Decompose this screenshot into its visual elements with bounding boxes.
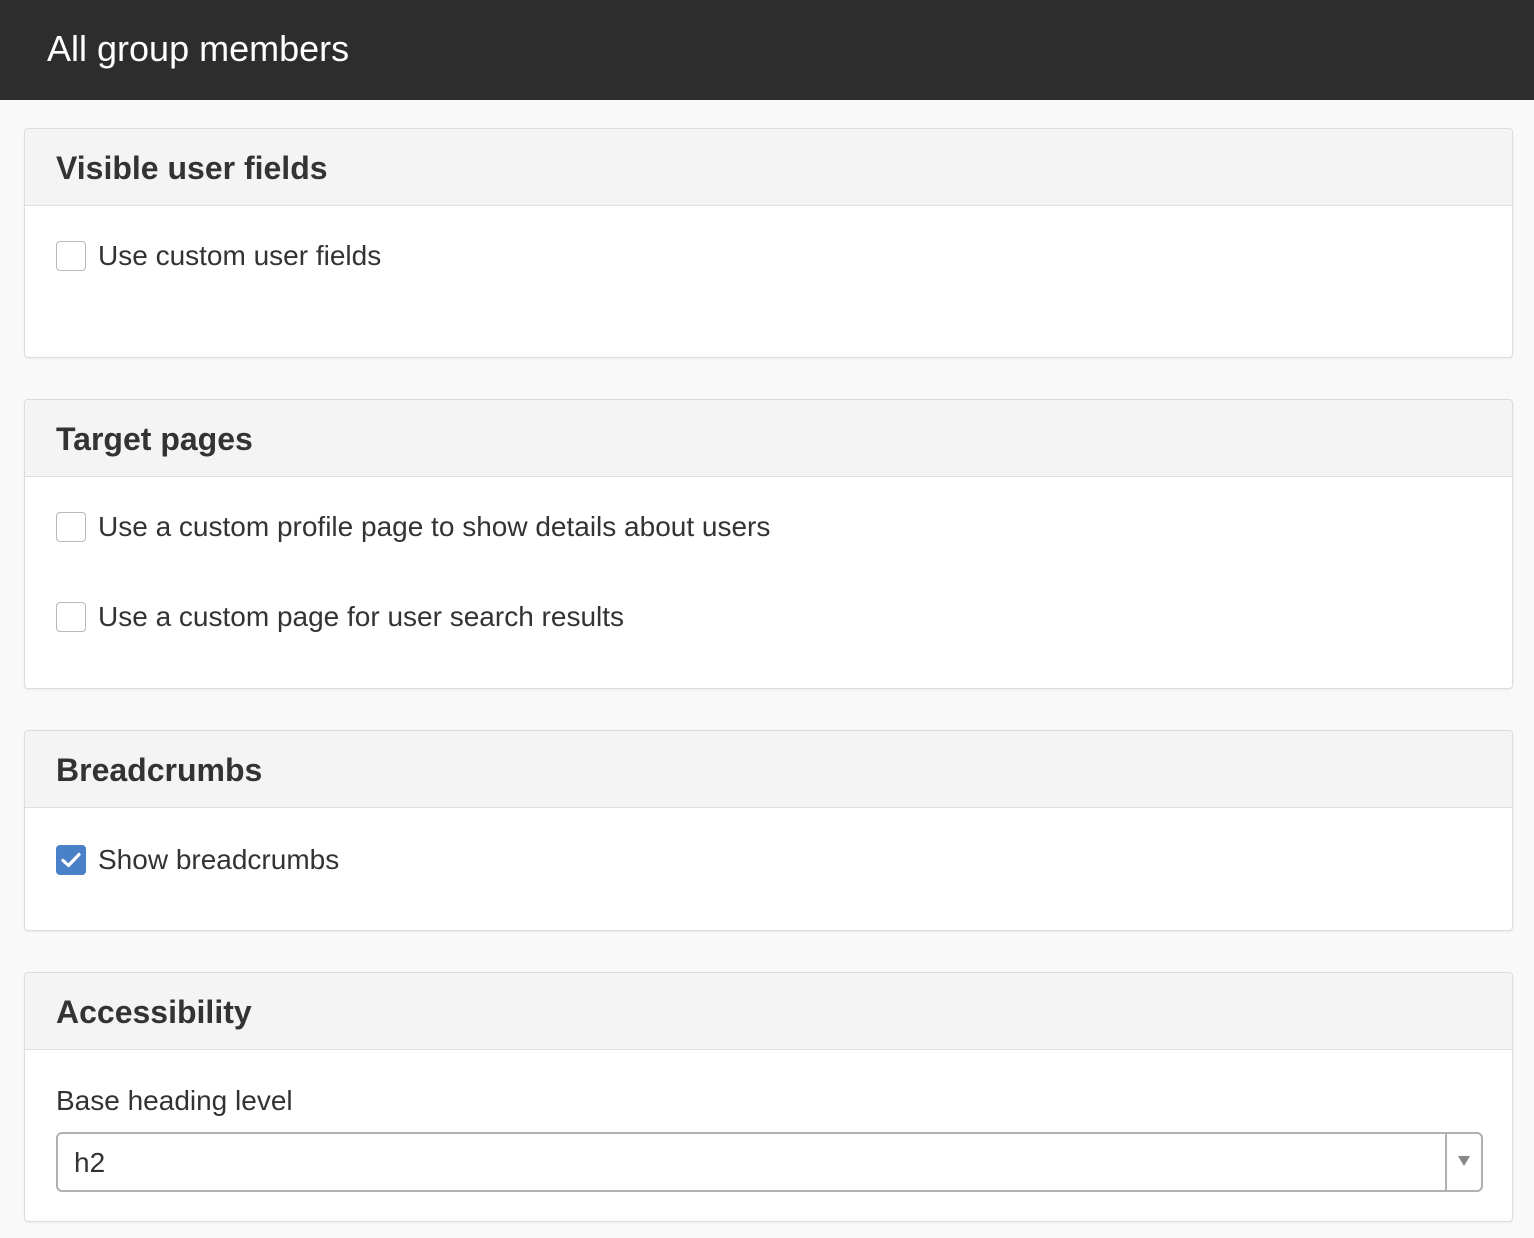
base-heading-level-select[interactable]: h2 (56, 1132, 1483, 1192)
custom-search-results-page-checkbox[interactable] (56, 602, 86, 632)
panel-header: Breadcrumbs (25, 731, 1512, 808)
show-breadcrumbs-checkbox[interactable] (56, 845, 86, 875)
chevron-down-icon[interactable] (1458, 1156, 1470, 1166)
panel-title: Accessibility (56, 994, 252, 1030)
custom-user-fields-checkbox[interactable] (56, 241, 86, 271)
selected-value: h2 (74, 1147, 106, 1178)
custom-search-results-page-option[interactable]: Use a custom page for user search result… (56, 601, 624, 633)
checkbox-label: Show breadcrumbs (98, 844, 340, 875)
accessibility-panel: Accessibility Base heading level h2 (24, 972, 1513, 1222)
checkmark-icon (61, 852, 81, 868)
custom-profile-page-option[interactable]: Use a custom profile page to show detail… (56, 511, 770, 543)
panel-header: Visible user fields (25, 129, 1512, 206)
show-breadcrumbs-option[interactable]: Show breadcrumbs (56, 844, 339, 876)
page-title: All group members (47, 28, 350, 69)
checkbox-label: Use a custom profile page to show detail… (98, 511, 771, 542)
top-bar: All group members (0, 0, 1534, 100)
custom-user-fields-option[interactable]: Use custom user fields (56, 240, 381, 272)
panel-title: Visible user fields (56, 150, 328, 186)
base-heading-level-label: Base heading level (56, 1085, 293, 1116)
panel-title: Target pages (56, 421, 253, 457)
checkbox-label: Use a custom page for user search result… (98, 601, 625, 632)
checkbox-label: Use custom user fields (98, 240, 382, 271)
visible-user-fields-panel: Visible user fields Use custom user fiel… (24, 128, 1513, 358)
breadcrumbs-panel: Breadcrumbs Show breadcrumbs (24, 730, 1513, 931)
target-pages-panel: Target pages Use a custom profile page t… (24, 399, 1513, 689)
panel-header: Target pages (25, 400, 1512, 477)
select-divider (1445, 1134, 1447, 1190)
panel-header: Accessibility (25, 973, 1512, 1050)
custom-profile-page-checkbox[interactable] (56, 512, 86, 542)
panel-title: Breadcrumbs (56, 752, 263, 788)
